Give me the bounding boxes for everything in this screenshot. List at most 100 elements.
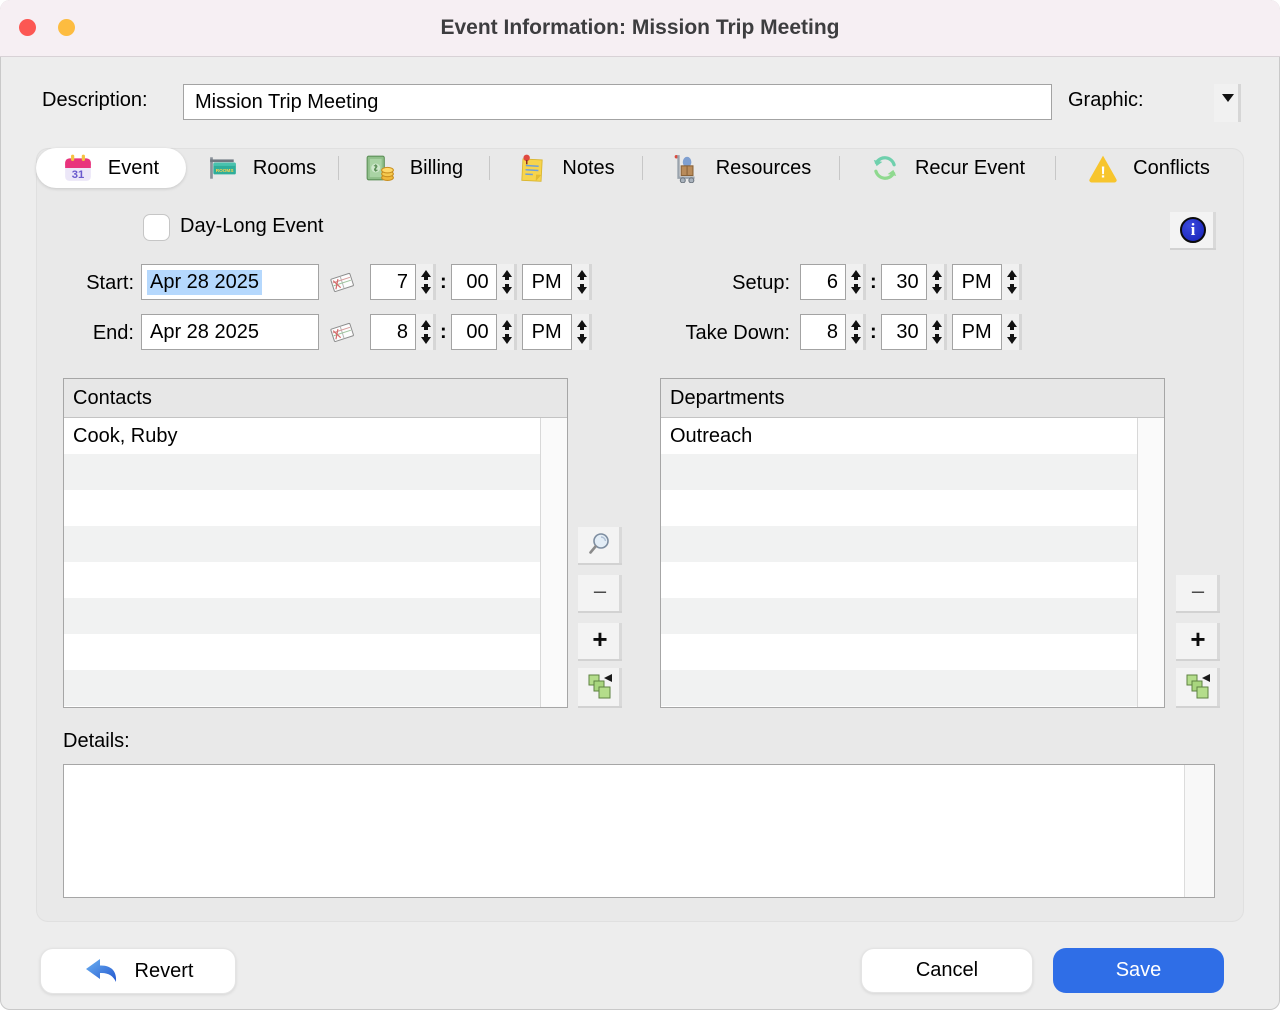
cancel-button[interactable]: Cancel	[861, 948, 1033, 993]
start-minute-input[interactable]: 00	[451, 264, 497, 300]
tab-label: Resources	[716, 157, 812, 180]
tab-label: Event	[108, 157, 159, 180]
end-minute-stepper[interactable]	[497, 314, 517, 350]
contact-row[interactable]	[64, 490, 540, 526]
contacts-remove-button[interactable]: –	[578, 575, 622, 611]
tab-conflicts[interactable]: ! Conflicts	[1056, 148, 1242, 188]
close-button[interactable]	[19, 19, 36, 36]
start-date-input[interactable]: Apr 28 2025	[141, 264, 319, 300]
info-button[interactable]: i	[1170, 212, 1216, 248]
start-ampm-input[interactable]: PM	[522, 264, 572, 300]
departments-list: Departments Outreach	[660, 378, 1165, 708]
departments-scrollbar[interactable]	[1137, 418, 1164, 707]
setup-minute-input[interactable]: 30	[881, 264, 927, 300]
start-time-group: 7 : 00 PM	[370, 264, 592, 300]
take-down-ampm-input[interactable]: PM	[952, 314, 1002, 350]
tab-resources[interactable]: Resources	[643, 148, 839, 188]
start-label: Start:	[56, 272, 134, 295]
graphic-dropdown-button[interactable]	[1214, 84, 1241, 122]
info-icon: i	[1180, 217, 1206, 243]
departments-add-button[interactable]: +	[1176, 623, 1220, 659]
tab-notes[interactable]: Notes	[490, 148, 642, 188]
tab-billing[interactable]: Billing	[339, 148, 489, 188]
save-label: Save	[1116, 959, 1162, 982]
tab-event[interactable]: 31 Event	[36, 148, 186, 188]
plus-icon: +	[592, 624, 607, 655]
contacts-scrollbar[interactable]	[540, 418, 567, 707]
tab-rooms[interactable]: ROOMS Rooms	[186, 148, 338, 188]
tab-bar: 31 Event ROOMS Rooms	[36, 148, 1244, 188]
revert-label: Revert	[135, 960, 194, 983]
setup-ampm-input[interactable]: PM	[952, 264, 1002, 300]
time-separator: :	[436, 271, 451, 294]
contact-row[interactable]	[64, 670, 540, 706]
day-long-event-checkbox[interactable]	[143, 214, 170, 241]
tab-label: Recur Event	[915, 157, 1025, 180]
group-squares-icon	[586, 672, 614, 703]
departments-add-group-button[interactable]	[1176, 668, 1220, 706]
contacts-header: Contacts	[64, 379, 567, 418]
contact-row[interactable]	[64, 634, 540, 670]
department-row[interactable]	[661, 454, 1137, 490]
contacts-add-button[interactable]: +	[578, 623, 622, 659]
end-hour-input[interactable]: 8	[370, 314, 416, 350]
setup-label: Setup:	[636, 272, 790, 295]
take-down-ampm-stepper[interactable]	[1002, 314, 1022, 350]
details-scrollbar[interactable]	[1184, 765, 1214, 897]
contacts-add-group-button[interactable]	[578, 668, 622, 706]
end-time-group: 8 : 00 PM	[370, 314, 592, 350]
graphic-label: Graphic:	[1068, 89, 1144, 112]
setup-ampm-stepper[interactable]	[1002, 264, 1022, 300]
contacts-search-button[interactable]	[578, 527, 622, 563]
end-hour-stepper[interactable]	[416, 314, 436, 350]
end-date-picker-icon[interactable]	[326, 316, 358, 353]
tab-recur-event[interactable]: Recur Event	[840, 148, 1055, 188]
take-down-minute-stepper[interactable]	[927, 314, 947, 350]
department-row[interactable]	[661, 598, 1137, 634]
setup-hour-stepper[interactable]	[846, 264, 866, 300]
start-hour-input[interactable]: 7	[370, 264, 416, 300]
department-row[interactable]	[661, 670, 1137, 706]
tab-label: Conflicts	[1133, 157, 1210, 180]
start-ampm-stepper[interactable]	[572, 264, 592, 300]
contact-row[interactable]	[64, 562, 540, 598]
departments-remove-button[interactable]: –	[1176, 575, 1220, 611]
end-ampm-stepper[interactable]	[572, 314, 592, 350]
setup-minute-stepper[interactable]	[927, 264, 947, 300]
save-button[interactable]: Save	[1053, 948, 1224, 993]
revert-button[interactable]: Revert	[40, 948, 236, 994]
contact-row[interactable]: Cook, Ruby	[64, 418, 540, 454]
setup-time-group: 6 : 30 PM	[800, 264, 1022, 300]
end-minute-input[interactable]: 00	[451, 314, 497, 350]
setup-hour-input[interactable]: 6	[800, 264, 846, 300]
start-hour-stepper[interactable]	[416, 264, 436, 300]
contact-row[interactable]	[64, 598, 540, 634]
details-textarea[interactable]	[63, 764, 1215, 898]
money-bill-coins-icon	[365, 153, 395, 183]
window-title: Event Information: Mission Trip Meeting	[440, 16, 839, 40]
time-separator: :	[866, 271, 881, 294]
contact-row[interactable]	[64, 526, 540, 562]
group-squares-icon	[1184, 672, 1212, 703]
tab-panel: 31 Event ROOMS Rooms	[36, 148, 1244, 922]
tab-label: Notes	[562, 157, 614, 180]
start-date-picker-icon[interactable]	[326, 266, 358, 303]
end-date-input[interactable]: Apr 28 2025	[141, 314, 319, 350]
end-ampm-input[interactable]: PM	[522, 314, 572, 350]
minimize-button[interactable]	[58, 19, 75, 36]
end-date-value: Apr 28 2025	[150, 321, 259, 344]
description-input[interactable]: Mission Trip Meeting	[183, 84, 1052, 120]
department-row[interactable]	[661, 634, 1137, 670]
take-down-minute-input[interactable]: 30	[881, 314, 927, 350]
department-row[interactable]	[661, 526, 1137, 562]
department-row[interactable]	[661, 490, 1137, 526]
department-row[interactable]: Outreach	[661, 418, 1137, 454]
magnifier-icon	[587, 531, 613, 560]
department-row[interactable]	[661, 562, 1137, 598]
take-down-hour-stepper[interactable]	[846, 314, 866, 350]
start-minute-stepper[interactable]	[497, 264, 517, 300]
contact-row[interactable]	[64, 454, 540, 490]
take-down-hour-input[interactable]: 8	[800, 314, 846, 350]
svg-text:31: 31	[72, 169, 85, 181]
minus-icon: –	[1192, 578, 1204, 604]
